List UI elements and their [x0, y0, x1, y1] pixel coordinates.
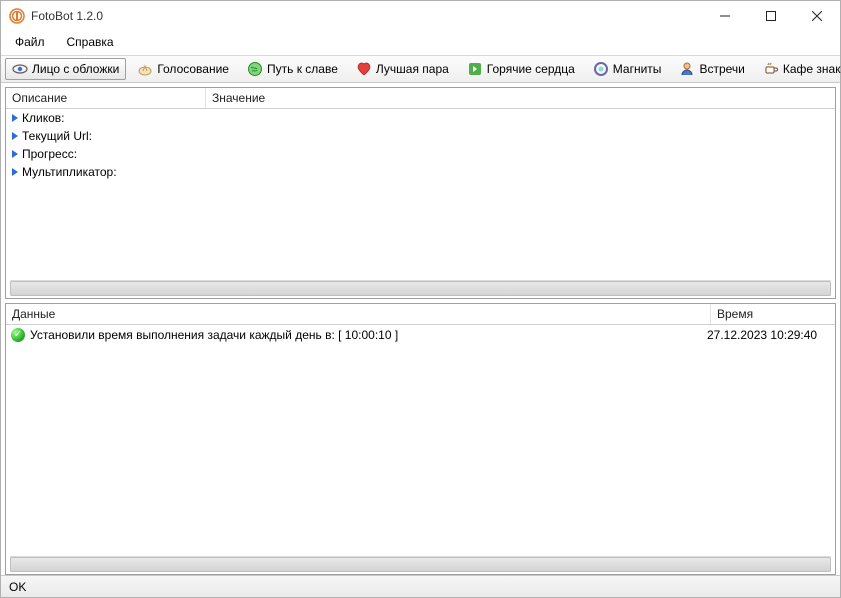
status-text: OK	[9, 580, 26, 594]
toolbar-label: Встречи	[699, 62, 744, 76]
log-panel: Данные Время ✓ Установили время выполнен…	[5, 303, 836, 575]
log-row[interactable]: ✓ Установили время выполнения задачи каж…	[6, 325, 835, 345]
app-icon	[9, 8, 25, 24]
status-bar: OK	[1, 575, 840, 597]
menu-file[interactable]: Файл	[11, 33, 49, 51]
log-time: 27.12.2023 10:29:40	[707, 328, 831, 342]
flame-icon	[467, 61, 483, 77]
toolbar-label: Кафе знакомств	[783, 62, 841, 76]
info-row[interactable]: Прогресс:	[6, 145, 835, 163]
log-hscrollbar[interactable]	[10, 556, 831, 572]
toolbar-hot-hearts[interactable]: Горячие сердца	[460, 58, 582, 80]
toolbar-magnets[interactable]: Магниты	[586, 58, 669, 80]
info-row[interactable]: Текущий Url:	[6, 127, 835, 145]
minimize-button[interactable]	[702, 1, 748, 31]
toolbar-label: Лучшая пара	[376, 62, 449, 76]
log-message: Установили время выполнения задачи кажды…	[30, 328, 707, 342]
toolbar-path-to-glory[interactable]: Путь к славе	[240, 58, 345, 80]
content-area: Описание Значение Кликов: Текущий Url: П…	[1, 83, 840, 575]
info-panel: Описание Значение Кликов: Текущий Url: П…	[5, 87, 836, 299]
globe-icon	[247, 61, 263, 77]
menu-bar: Файл Справка	[1, 31, 840, 56]
toolbar-label: Голосование	[157, 62, 229, 76]
expand-icon	[12, 150, 18, 158]
info-desc: Текущий Url:	[22, 129, 92, 143]
toolbar-dating-cafe[interactable]: Кафе знакомств	[756, 58, 841, 80]
log-col-time[interactable]: Время	[711, 304, 835, 324]
info-columns: Описание Значение	[6, 88, 835, 109]
info-desc: Кликов:	[22, 111, 64, 125]
maximize-button[interactable]	[748, 1, 794, 31]
info-row[interactable]: Кликов:	[6, 109, 835, 127]
toolbar-label: Лицо с обложки	[32, 62, 119, 76]
menu-help[interactable]: Справка	[63, 33, 118, 51]
toolbar-best-pair[interactable]: Лучшая пара	[349, 58, 456, 80]
heart-icon	[356, 61, 372, 77]
expand-icon	[12, 132, 18, 140]
coffee-icon	[763, 61, 779, 77]
log-columns: Данные Время	[6, 304, 835, 325]
toolbar-meetings[interactable]: Встречи	[672, 58, 751, 80]
toolbar-label: Путь к славе	[267, 62, 338, 76]
info-desc: Мультипликатор:	[22, 165, 117, 179]
window-title: FotoBot 1.2.0	[31, 9, 103, 23]
check-icon: ✓	[10, 327, 26, 343]
title-bar: FotoBot 1.2.0	[1, 1, 840, 31]
log-rows: ✓ Установили время выполнения задачи каж…	[6, 325, 835, 556]
eye-icon	[12, 61, 28, 77]
toolbar: Лицо с обложки Голосование Путь к славе …	[1, 56, 840, 83]
expand-icon	[12, 168, 18, 176]
magnet-icon	[593, 61, 609, 77]
info-row[interactable]: Мультипликатор:	[6, 163, 835, 181]
info-col-description[interactable]: Описание	[6, 88, 206, 108]
toolbar-cover-face[interactable]: Лицо с обложки	[5, 58, 126, 80]
people-icon	[679, 61, 695, 77]
expand-icon	[12, 114, 18, 122]
close-button[interactable]	[794, 1, 840, 31]
info-col-value[interactable]: Значение	[206, 88, 835, 108]
info-hscrollbar[interactable]	[10, 280, 831, 296]
info-desc: Прогресс:	[22, 147, 77, 161]
toolbar-voting[interactable]: Голосование	[130, 58, 236, 80]
thumbs-up-icon	[137, 61, 153, 77]
info-rows: Кликов: Текущий Url: Прогресс: Мультипли…	[6, 109, 835, 280]
toolbar-label: Магниты	[613, 62, 662, 76]
toolbar-label: Горячие сердца	[487, 62, 575, 76]
log-col-data[interactable]: Данные	[6, 304, 711, 324]
